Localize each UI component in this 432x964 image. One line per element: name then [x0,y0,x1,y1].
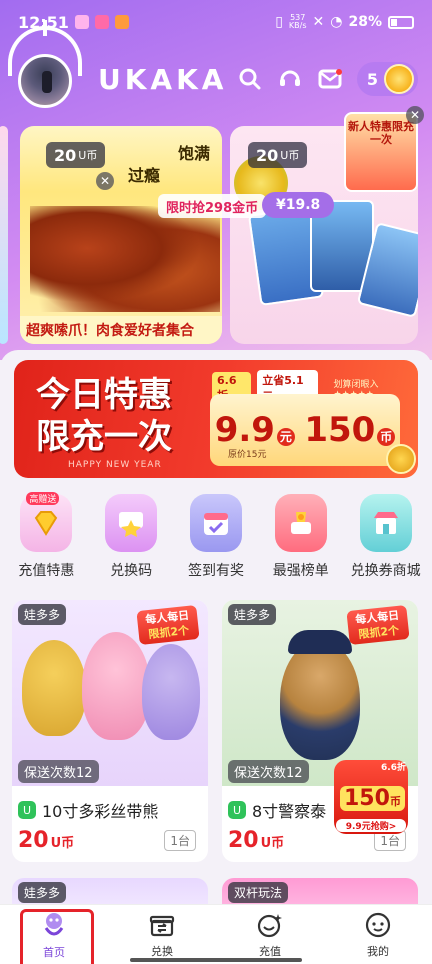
daily-deal-title: 今日特惠 限充一次 [36,375,172,457]
quick-actions: 高赠送 充值特惠 兑换码 签到有奖 最强榜单 兑换券商城 [0,492,432,590]
battery-icon [388,15,414,29]
limited-offer-text: 限时抢298金币 [166,200,259,216]
recharge-gem-icon: 高赠送 [20,492,73,552]
product-vendor-label: 娃多多 [228,604,277,625]
coin-deal-value: 150币 [340,786,405,811]
notification-app-icon [94,15,109,29]
app-logo: UKAKA [98,62,228,96]
redeem-code-icon [105,494,158,552]
limited-offer-price[interactable]: ¥19.8 [262,192,335,218]
product-vendor-label: 娃多多 [18,882,67,903]
battery-percent: 28% [348,14,382,30]
app-header: UKAKA 5 [0,20,432,114]
coin-deal-float[interactable]: 6.6折 150币 9.9元抢购> [334,760,408,834]
product-title: U 10寸多彩丝带熊 [18,798,158,822]
u-badge-icon: U [18,801,36,819]
banner-price-tag: 20 U币 [248,142,308,168]
tab-profile[interactable]: 我的 [338,905,418,964]
u-badge-icon: U [228,801,246,819]
avatar [18,54,72,108]
guarantee-count: 保送次数12 [18,760,99,783]
product-vendor-label: 双杆玩法 [228,882,289,903]
vibrate-icon: ▯ [275,14,283,30]
home-indicator [130,958,302,962]
coin-deal-button[interactable]: 9.9元抢购> [336,819,406,832]
product-vendor-label: 娃多多 [18,604,67,625]
machine-count: 1台 [164,830,196,851]
discount-badge: 6.6折 [381,763,406,773]
quick-checkin[interactable]: 签到有奖 [174,494,258,590]
guarantee-count: 保送次数12 [228,760,309,783]
profile-face-icon [365,912,391,937]
quick-redeem-code[interactable]: 兑换码 [89,494,173,590]
product-price: 20 U币 [18,828,75,853]
banner-word: 饱满 [178,144,211,163]
home-claw-icon [44,912,64,935]
banner-price-tag: 20 U币 [46,142,106,168]
bottom-tab-bar: 首页 兑换 充值 我的 [0,904,432,964]
message-icon[interactable] [317,66,343,92]
banner-food-image [30,206,220,312]
recharge-face-icon [257,913,282,937]
wifi-icon: ◔ [330,14,343,30]
daily-limit-badge: 每人每日 限抓2个 [136,604,200,646]
daily-deal-subtitle: HAPPY NEW YEAR [68,460,162,470]
tab-home[interactable]: 首页 [14,905,94,964]
deal-price: 9.9 元 [215,410,295,450]
avatar-frame-pin [43,20,47,36]
close-icon[interactable]: ✕ [96,172,114,190]
daily-limit-badge: 每人每日 限抓2个 [346,604,410,646]
banner-peek-left[interactable] [0,126,8,344]
quick-voucher-mall[interactable]: 兑换券商城 [344,494,428,590]
calendar-icon [189,494,242,552]
gift-exchange-icon [149,915,175,936]
coin-icon [384,64,414,94]
notification-app-icon [114,15,129,29]
notification-app-icon [74,15,89,29]
deal-coins: 150 币 [304,410,396,450]
banner-crayfish[interactable]: 20 U币 过瘾 饱满 ✕ 超爽嗦爪！肉食爱好者集合 [20,126,222,344]
limited-offer-strip[interactable]: 限时抢298金币 [158,194,267,218]
product-card-ribbon-bear[interactable]: 娃多多 每人每日 限抓2个 保送次数12 U 10寸多彩丝带熊 20 U币 1台 [12,600,208,862]
tab-exchange[interactable]: 兑换 [122,905,202,964]
trophy-icon [274,494,327,552]
daily-deal-banner[interactable]: 今日特惠 限充一次 HAPPY NEW YEAR 6.6折 立省5.1元 划算闭… [14,360,418,478]
avatar-button[interactable] [8,20,82,110]
search-icon[interactable] [237,66,263,92]
network-speed: 537 KB/s [288,13,307,30]
customer-service-icon[interactable] [277,66,303,92]
sim-icon: ✕ [312,14,325,30]
shop-icon [359,494,412,552]
banner-slogan: 超爽嗦爪！肉食爱好者集合 [20,316,222,344]
bonus-badge: 高赠送 [26,492,60,505]
coin-mascot-icon [386,444,416,474]
banner-word: 过瘾 [128,166,161,185]
original-price: 原价15元 [228,450,267,460]
product-title: U 8寸警察泰 [228,798,326,822]
coin-count: 5 [366,69,378,89]
product-price: 20 U币 [228,828,285,853]
quick-leaderboard[interactable]: 最强榜单 [259,494,343,590]
coin-balance[interactable]: 5 [356,62,418,96]
newcomer-gift-float[interactable]: 新人特惠限充一次 ✕ [344,106,424,192]
quick-recharge-deal[interactable]: 高赠送 充值特惠 [4,492,88,590]
close-icon[interactable]: ✕ [406,106,424,124]
tab-recharge[interactable]: 充值 [230,905,310,964]
daily-deal-card: 9.9 元 150 币 原价15元 [210,394,400,466]
